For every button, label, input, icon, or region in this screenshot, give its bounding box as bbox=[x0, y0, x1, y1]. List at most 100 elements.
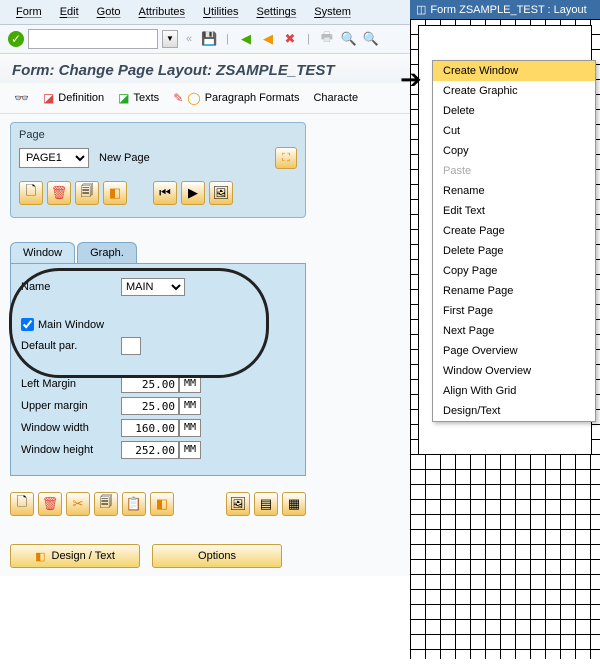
save-icon[interactable]: 💾 bbox=[200, 30, 218, 48]
ctx-delete[interactable]: Delete bbox=[433, 101, 595, 121]
menu-attributes[interactable]: Attributes bbox=[131, 4, 193, 20]
back-icon[interactable]: ◀ bbox=[237, 30, 255, 48]
left-margin-unit: MM bbox=[179, 375, 201, 393]
find-icon[interactable]: 🔍 bbox=[340, 30, 358, 48]
tab-graph[interactable]: Graph. bbox=[77, 242, 137, 263]
ctx-create-window[interactable]: Create Window bbox=[433, 61, 595, 81]
overview-button[interactable]: ▤ bbox=[254, 492, 278, 516]
bottom-icon-row: 🗋 🗑 ✂ 🗐 📋 ◧ 🖼 ▤ ▦ bbox=[10, 492, 306, 516]
menu-goto[interactable]: Goto bbox=[89, 4, 129, 20]
ctx-rename-page[interactable]: Rename Page bbox=[433, 281, 595, 301]
window-height-input[interactable] bbox=[121, 441, 179, 459]
upper-margin-label: Upper margin bbox=[21, 400, 121, 412]
window-height-label: Window height bbox=[21, 444, 121, 456]
rename-button[interactable]: ◧ bbox=[103, 181, 127, 205]
window-width-label: Window width bbox=[21, 422, 121, 434]
delete-button[interactable]: 🗑 bbox=[47, 181, 71, 205]
create2-button[interactable]: 🗋 bbox=[10, 492, 34, 516]
ctx-copy[interactable]: Copy bbox=[433, 141, 595, 161]
definition-button[interactable]: ◪Definition bbox=[39, 89, 108, 107]
main-window-checkbox[interactable] bbox=[21, 318, 34, 331]
texts-button[interactable]: ◪Texts bbox=[114, 89, 163, 107]
copy-icon: 🗐 bbox=[81, 182, 94, 204]
cancel-icon[interactable]: ✖ bbox=[281, 30, 299, 48]
tab-window[interactable]: Window bbox=[10, 242, 75, 263]
image-icon: 🖼 bbox=[230, 496, 247, 512]
delete2-button[interactable]: 🗑 bbox=[38, 492, 62, 516]
glasses-icon: 👓 bbox=[14, 91, 29, 105]
ring-icon: ◯ bbox=[187, 91, 200, 105]
copy2-button[interactable]: 🗐 bbox=[94, 492, 118, 516]
menu-form[interactable]: Form bbox=[8, 4, 50, 20]
ctx-rename[interactable]: Rename bbox=[433, 181, 595, 201]
ctx-create-page[interactable]: Create Page bbox=[433, 221, 595, 241]
ctx-next-page[interactable]: Next Page bbox=[433, 321, 595, 341]
ctx-cut[interactable]: Cut bbox=[433, 121, 595, 141]
menu-settings[interactable]: Settings bbox=[248, 4, 304, 20]
image-icon: 🖼 bbox=[213, 185, 230, 201]
trash-icon: 🗑 bbox=[51, 185, 68, 201]
texts-icon: ◪ bbox=[118, 91, 129, 105]
cut-button[interactable]: ✂ bbox=[66, 492, 90, 516]
paste-button[interactable]: 📋 bbox=[122, 492, 146, 516]
ctx-window-overview[interactable]: Window Overview bbox=[433, 361, 595, 381]
window-width-input[interactable] bbox=[121, 419, 179, 437]
ctx-design-text[interactable]: Design/Text bbox=[433, 401, 595, 421]
menu-utilities[interactable]: Utilities bbox=[195, 4, 246, 20]
ctx-create-graphic[interactable]: Create Graphic bbox=[433, 81, 595, 101]
cut-icon: ✂ bbox=[73, 496, 84, 512]
exit-icon[interactable]: ◀ bbox=[259, 30, 277, 48]
create-button[interactable]: 🗋 bbox=[19, 181, 43, 205]
window-width-unit: MM bbox=[179, 419, 201, 437]
grid-button[interactable]: ▦ bbox=[282, 492, 306, 516]
command-dropdown[interactable]: ▼ bbox=[162, 30, 178, 48]
print-icon[interactable]: 🖶 bbox=[318, 30, 336, 48]
layout-title: Form ZSAMPLE_TEST : Layout bbox=[430, 4, 586, 16]
ctx-paste: Paste bbox=[433, 161, 595, 181]
ctx-delete-page[interactable]: Delete Page bbox=[433, 241, 595, 261]
menu-system[interactable]: System bbox=[306, 4, 359, 20]
copy-button[interactable]: 🗐 bbox=[75, 181, 99, 205]
image2-button[interactable]: 🖼 bbox=[226, 492, 250, 516]
page-panel-label: Page bbox=[19, 129, 297, 141]
ctx-edit-text[interactable]: Edit Text bbox=[433, 201, 595, 221]
default-par-label: Default par. bbox=[21, 340, 121, 352]
design-text-button[interactable]: ◧ Design / Text bbox=[10, 544, 140, 568]
ctx-page-overview[interactable]: Page Overview bbox=[433, 341, 595, 361]
trash-icon: 🗑 bbox=[42, 496, 59, 512]
command-field[interactable] bbox=[28, 29, 158, 49]
options-button[interactable]: Options bbox=[152, 544, 282, 568]
layout-titlebar[interactable]: ◫ Form ZSAMPLE_TEST : Layout bbox=[410, 0, 600, 19]
document-icon: 🗋 bbox=[26, 182, 36, 204]
ctx-copy-page[interactable]: Copy Page bbox=[433, 261, 595, 281]
next-button[interactable]: ▶ bbox=[181, 181, 205, 205]
toggle-button[interactable]: 👓 bbox=[10, 89, 33, 107]
page-select[interactable]: PAGE1 bbox=[19, 148, 89, 168]
default-par-input[interactable] bbox=[121, 337, 141, 355]
paste-icon: 📋 bbox=[126, 496, 142, 512]
left-margin-input[interactable] bbox=[121, 375, 179, 393]
brush-icon: ✎ bbox=[173, 91, 183, 105]
window-tab-panel: Name MAIN Main Window Default par. Left … bbox=[10, 263, 306, 476]
name-label: Name bbox=[21, 281, 121, 293]
rename-icon: ◧ bbox=[156, 496, 168, 512]
menu-edit[interactable]: Edit bbox=[52, 4, 87, 20]
find-next-icon[interactable]: 🔍 bbox=[362, 30, 380, 48]
enter-icon[interactable]: ✓ bbox=[8, 31, 24, 47]
ctx-align-with-grid[interactable]: Align With Grid bbox=[433, 381, 595, 401]
upper-margin-input[interactable] bbox=[121, 397, 179, 415]
image-button[interactable]: 🖼 bbox=[209, 181, 233, 205]
name-select[interactable]: MAIN bbox=[121, 278, 185, 296]
page-panel: Page PAGE1 New Page ⛶ 🗋 🗑 🗐 ◧ ⏮ ▶ 🖼 bbox=[10, 122, 306, 218]
context-menu: Create WindowCreate GraphicDeleteCutCopy… bbox=[432, 60, 596, 422]
ctx-first-page[interactable]: First Page bbox=[433, 301, 595, 321]
rename-icon: ◧ bbox=[109, 185, 121, 201]
rename2-button[interactable]: ◧ bbox=[150, 492, 174, 516]
character-button[interactable]: Characte bbox=[309, 90, 362, 106]
grid-icon: ▦ bbox=[288, 496, 300, 512]
arrow-annotation: ➔ bbox=[400, 64, 422, 95]
fullscreen-button[interactable]: ⛶ bbox=[275, 147, 297, 169]
first-button[interactable]: ⏮ bbox=[153, 181, 177, 205]
paragraph-button[interactable]: ✎◯Paragraph Formats bbox=[169, 89, 303, 107]
document-icon: 🗋 bbox=[17, 493, 27, 515]
